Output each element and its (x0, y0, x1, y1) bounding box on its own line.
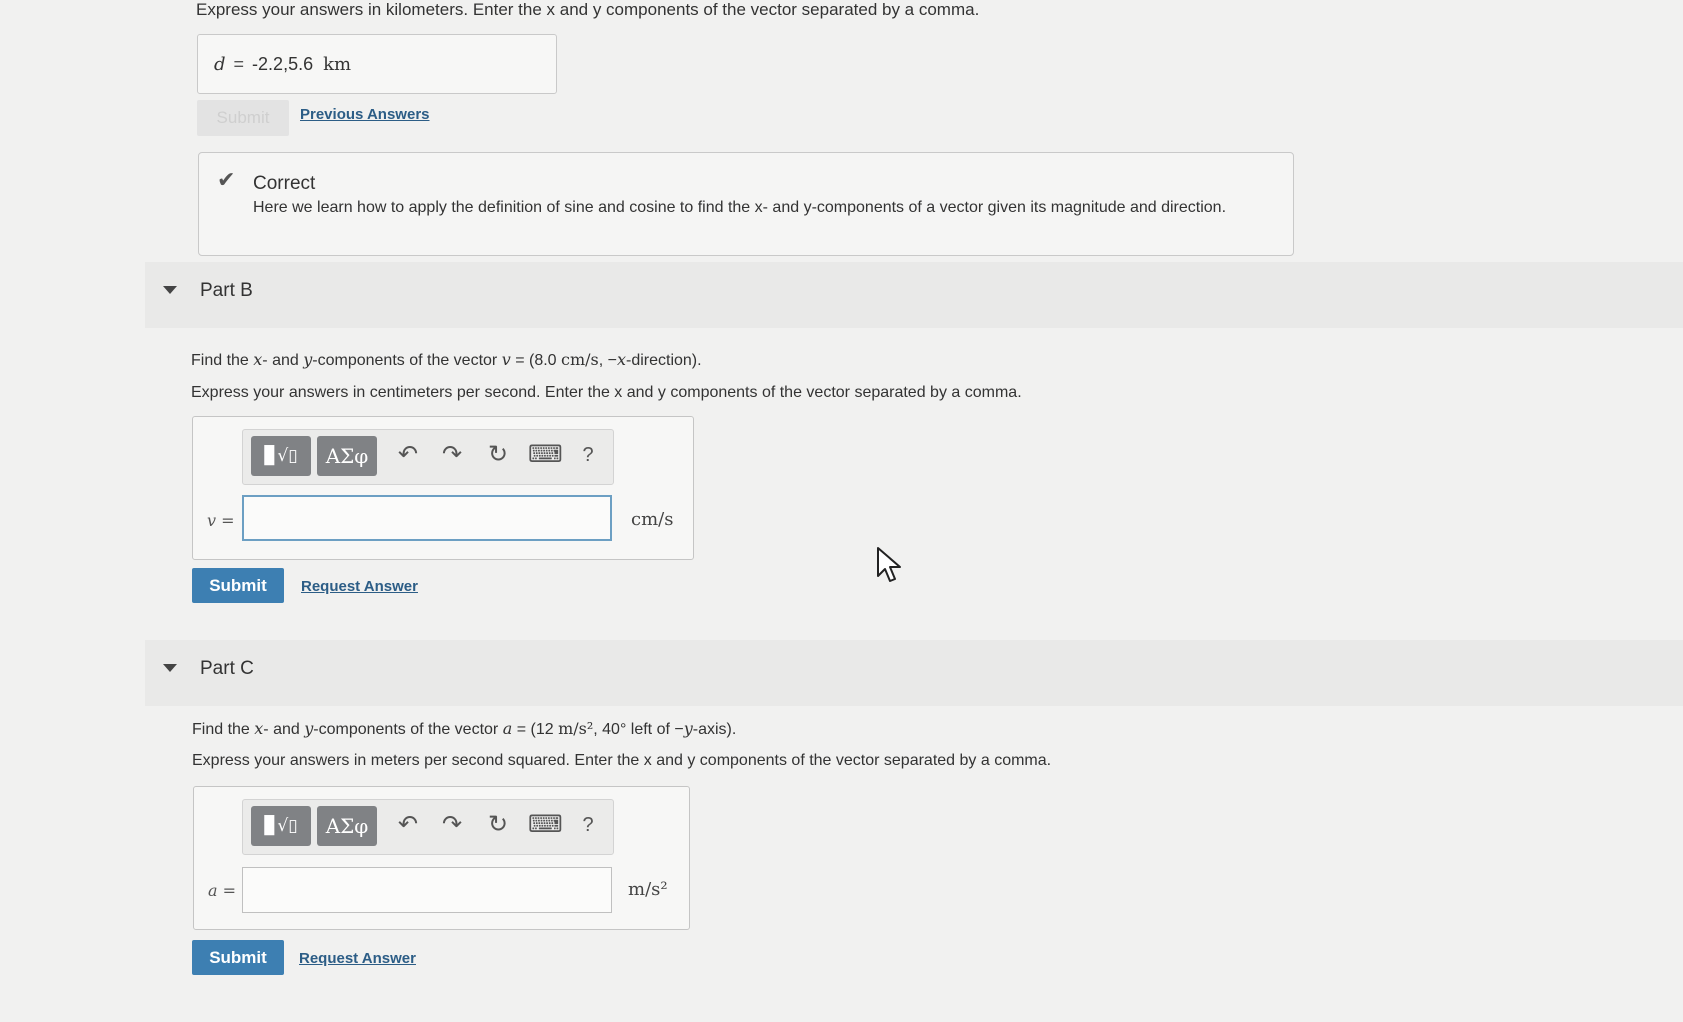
keyboard-icon[interactable]: ⌨ (528, 440, 563, 469)
part-a-submit-button[interactable]: Submit (197, 100, 289, 136)
collapse-triangle-icon[interactable] (163, 664, 177, 672)
q-text: - and (262, 352, 304, 369)
correct-feedback-box: ✔ Correct Here we learn how to apply the… (198, 152, 1294, 256)
checkmark-icon: ✔ (217, 167, 236, 192)
q-unit: cm/s (561, 350, 599, 369)
greek-symbols-button[interactable]: ΑΣφ (317, 436, 377, 476)
equals-sign: = (233, 53, 245, 74)
q-text: , 40° left of − (593, 721, 684, 738)
redo-icon[interactable]: ↷ (437, 810, 467, 839)
part-b-unit-label: cm/s (631, 509, 674, 530)
collapse-triangle-icon[interactable] (163, 286, 177, 294)
q-math-x: x (254, 719, 264, 738)
q-text: Find the (191, 352, 254, 369)
redo-icon[interactable]: ↷ (437, 440, 467, 469)
undo-icon[interactable]: ↶ (393, 810, 423, 839)
q-text: , − (598, 352, 617, 369)
part-a-answer-value: -2.2,5.6 (252, 53, 314, 74)
part-b-label: Part B (200, 280, 253, 301)
input-label-v: v = (207, 511, 235, 530)
part-b-answer-editor: ▊√▯ ΑΣφ ↶ ↷ ↻ ⌨ ? v = cm/s (192, 416, 694, 560)
part-a-answer-display: d = -2.2,5.6 km (197, 34, 557, 94)
math-toolbar: ▊√▯ ΑΣφ ↶ ↷ ↻ ⌨ ? (242, 429, 614, 485)
part-a-instruction: Express your answers in kilometers. Ente… (196, 0, 980, 19)
part-c-label: Part C (200, 658, 254, 679)
q-math-x: x (616, 350, 626, 369)
q-vector-v: v (501, 350, 511, 369)
part-c-unit-label: m/s² (628, 879, 668, 900)
help-icon[interactable]: ? (573, 444, 603, 467)
templates-button[interactable]: ▊√▯ (251, 806, 311, 846)
q-math-y: y (303, 350, 313, 369)
keyboard-icon[interactable]: ⌨ (528, 810, 563, 839)
part-b-header[interactable]: Part B (145, 262, 1683, 328)
part-c-question: Find the x- and y-components of the vect… (192, 719, 736, 739)
math-toolbar: ▊√▯ ΑΣφ ↶ ↷ ↻ ⌨ ? (242, 799, 614, 855)
part-c-header[interactable]: Part C (145, 640, 1683, 706)
q-math-y: y (304, 719, 314, 738)
part-c-answer-input[interactable] (242, 867, 612, 913)
templates-button[interactable]: ▊√▯ (251, 436, 311, 476)
q-unit: m/s² (558, 719, 594, 738)
q-text: Find the (192, 721, 255, 738)
reset-icon[interactable]: ↻ (483, 810, 513, 839)
q-text: -direction). (626, 352, 702, 369)
q-text: = (12 (512, 721, 559, 738)
q-math-x: x (253, 350, 263, 369)
input-label-a: a = (208, 881, 237, 900)
vector-d-label: d (214, 53, 226, 75)
feedback-title: Correct (253, 173, 316, 194)
part-c-answer-editor: ▊√▯ ΑΣφ ↶ ↷ ↻ ⌨ ? a = m/s² (193, 786, 690, 930)
q-text: = (8.0 (510, 352, 561, 369)
part-b-answer-input[interactable] (242, 495, 612, 541)
mouse-cursor-icon (877, 547, 901, 582)
part-b-question: Find the x- and y-components of the vect… (191, 350, 702, 370)
part-c-submit-button[interactable]: Submit (192, 940, 284, 975)
q-text: -axis). (692, 721, 737, 738)
part-b-submit-button[interactable]: Submit (192, 568, 284, 603)
previous-answers-link[interactable]: Previous Answers (300, 106, 430, 123)
part-b-instruction: Express your answers in centimeters per … (191, 384, 1022, 401)
part-a-unit: km (323, 53, 352, 75)
part-c-request-answer-link[interactable]: Request Answer (299, 950, 416, 967)
q-text: -components of the vector (313, 721, 503, 738)
part-b-request-answer-link[interactable]: Request Answer (301, 578, 418, 595)
q-text: - and (263, 721, 305, 738)
part-c-instruction: Express your answers in meters per secon… (192, 752, 1052, 769)
reset-icon[interactable]: ↻ (483, 440, 513, 469)
undo-icon[interactable]: ↶ (393, 440, 423, 469)
q-math-y: y (683, 719, 693, 738)
feedback-message: Here we learn how to apply the definitio… (253, 199, 1227, 216)
help-icon[interactable]: ? (573, 814, 603, 837)
q-text: -components of the vector (312, 352, 502, 369)
greek-symbols-button[interactable]: ΑΣφ (317, 806, 377, 846)
q-vector-a: a (502, 719, 513, 738)
